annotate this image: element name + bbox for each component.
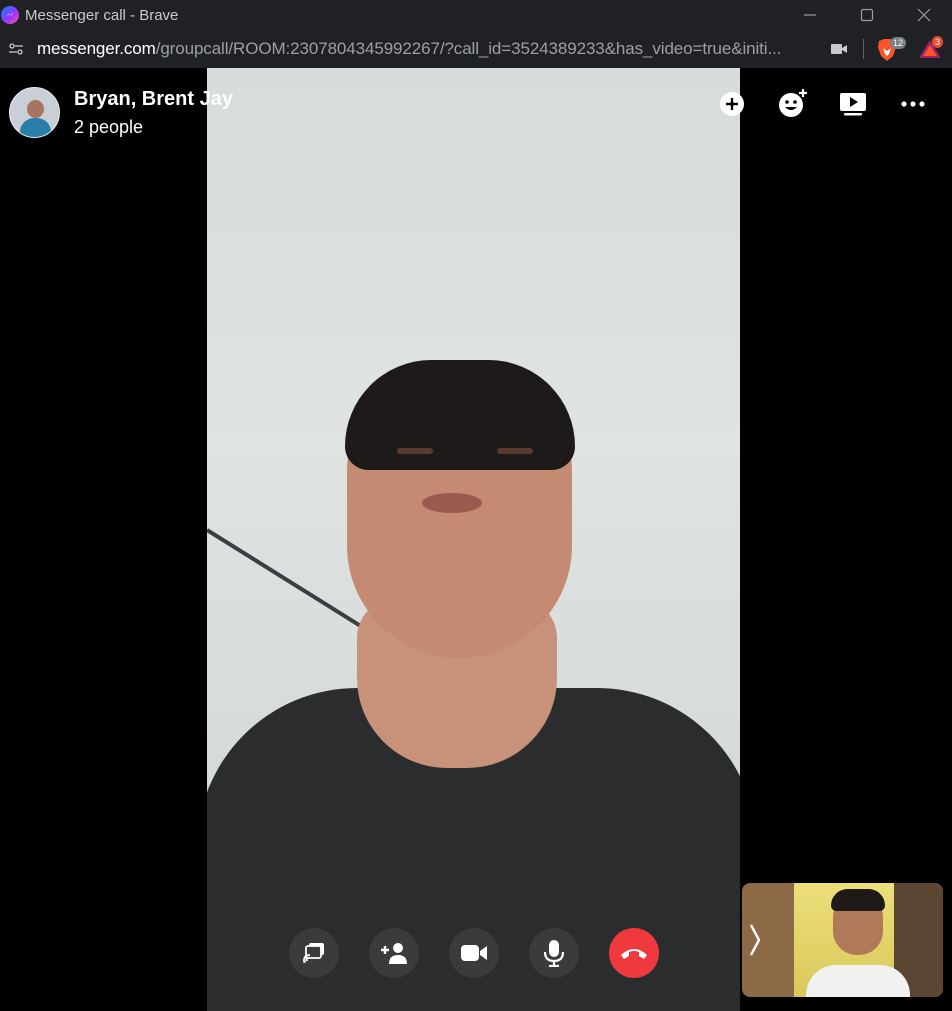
person-eye-left: [397, 448, 433, 454]
url-path: /groupcall/ROOM:2307804345992267/?call_i…: [155, 39, 782, 58]
brave-shields-button[interactable]: 12: [876, 37, 907, 62]
call-name: Bryan, Brent Jay: [74, 88, 233, 110]
self-view-shirt: [806, 965, 910, 997]
end-call-icon: [621, 949, 647, 959]
group-avatar[interactable]: [9, 87, 60, 138]
person-eye-right: [497, 448, 533, 454]
messenger-app-icon: [1, 6, 19, 24]
minimize-icon: [803, 14, 816, 16]
chevron-right-icon[interactable]: [748, 923, 762, 957]
add-button[interactable]: [716, 88, 748, 120]
share-screen-icon: [303, 943, 324, 963]
top-actions: [716, 88, 946, 120]
site-info-icon[interactable]: [8, 41, 24, 57]
effects-icon: [779, 89, 807, 117]
address-bar: messenger.com/groupcall/ROOM:23078043459…: [0, 30, 952, 68]
self-view-hair: [831, 889, 885, 911]
watch-together-icon: [840, 93, 866, 116]
url-field[interactable]: messenger.com/groupcall/ROOM:23078043459…: [37, 39, 812, 59]
minimize-button[interactable]: [781, 0, 838, 30]
more-options-button[interactable]: [897, 88, 929, 120]
avatar-face: [27, 100, 44, 118]
add-person-button[interactable]: [369, 928, 419, 978]
call-area: Bryan, Brent Jay 2 people: [0, 68, 952, 1011]
remote-video[interactable]: [207, 68, 740, 1011]
microphone-button[interactable]: [529, 928, 579, 978]
participant-count: 2 people: [74, 117, 144, 137]
brave-rewards-button[interactable]: 3: [918, 36, 944, 60]
url-host: messenger.com: [37, 39, 156, 58]
address-separator: [863, 39, 864, 59]
rewards-badge: 3: [932, 36, 944, 48]
more-icon: [901, 101, 925, 107]
watch-together-button[interactable]: [837, 88, 869, 120]
person-mouth: [422, 493, 482, 513]
camera-in-use-icon[interactable]: [830, 41, 848, 57]
microphone-icon: [543, 940, 565, 967]
maximize-button[interactable]: [838, 0, 895, 30]
close-icon: [917, 8, 930, 22]
effects-button[interactable]: [777, 88, 809, 120]
camera-button[interactable]: [449, 928, 499, 978]
window-title: Messenger call - Brave: [25, 6, 179, 24]
window-titlebar: Messenger call - Brave: [0, 0, 952, 30]
person-hair: [345, 360, 575, 470]
add-person-icon: [381, 943, 407, 964]
shields-badge: 12: [890, 37, 907, 49]
self-view[interactable]: [742, 883, 943, 997]
camera-icon: [461, 945, 487, 961]
end-call-button[interactable]: [609, 928, 659, 978]
share-screen-button[interactable]: [289, 928, 339, 978]
call-controls: [289, 928, 661, 978]
close-window-button[interactable]: [895, 0, 952, 30]
maximize-icon: [860, 8, 873, 22]
avatar-body: [20, 118, 51, 137]
add-icon: [720, 92, 744, 116]
window-controls: [781, 0, 952, 30]
